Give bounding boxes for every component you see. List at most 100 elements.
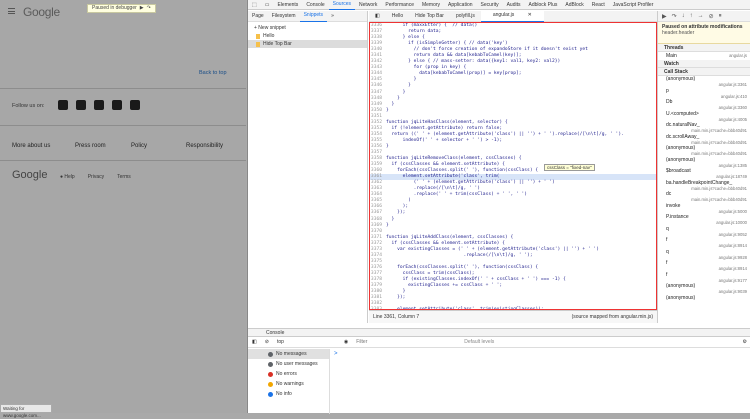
editor-tab[interactable]: Hello <box>386 11 409 22</box>
call-frame[interactable]: P.instance angular.js:10000 <box>658 214 750 226</box>
frame-location: angular.js:18749 <box>716 174 747 179</box>
call-frame[interactable]: invoke angular.js:5000 <box>658 203 750 215</box>
frame-location: angular.js:5000 <box>718 208 747 214</box>
call-frame[interactable]: dc main.min.js?cache=bbb40d91 <box>658 191 750 203</box>
tab-javascript-profiler[interactable]: JavaScript Profiler <box>609 0 658 10</box>
eye-icon[interactable]: ◉ <box>344 339 348 345</box>
console-toolbar: ◧ ⊘ top ◉ Default levels ⚙ <box>248 337 750 348</box>
call-frame[interactable]: q angular.js:9052 <box>658 226 750 238</box>
snippet-item[interactable]: Hide Top Bar <box>248 40 367 48</box>
call-frame[interactable]: (anonymous) angular.js:9039 <box>658 283 750 295</box>
tab-adblock[interactable]: AdBlock <box>561 0 587 10</box>
call-frame[interactable]: f angular.js:8914 <box>658 260 750 272</box>
call-frame[interactable]: f angular.js:9177 <box>658 272 750 284</box>
context-selector[interactable]: top <box>277 339 284 345</box>
paused-in-debugger-banner: Paused in debugger ▶ ↷ <box>87 4 156 13</box>
editor-tab[interactable]: Hide Top Bar <box>409 11 450 22</box>
pause-on-exceptions-icon[interactable]: ⏸ <box>719 13 722 20</box>
call-frame[interactable]: ba.handleBreakpointChange_ main.min.js?ca… <box>658 180 750 192</box>
tab-security[interactable]: Security <box>477 0 503 10</box>
tab-react[interactable]: React <box>588 0 609 10</box>
youtube-icon[interactable] <box>76 100 86 110</box>
code-text: indexOf(' ' + selector + ' ') > -1); <box>386 137 503 143</box>
close-icon[interactable]: ✕ <box>522 12 538 18</box>
instagram-icon[interactable] <box>58 100 68 110</box>
tab-network[interactable]: Network <box>355 0 381 10</box>
default-levels-dropdown[interactable]: Default levels <box>464 339 494 345</box>
threads-section-header[interactable]: Threads <box>658 44 750 52</box>
new-snippet-button[interactable]: + New snippet <box>248 22 367 32</box>
thread-row[interactable]: Main angular.js <box>658 52 750 60</box>
watch-section-header[interactable]: Watch <box>658 60 750 68</box>
editor-tab-active[interactable]: angular.js ✕ <box>480 10 544 22</box>
console-level-item[interactable]: No errors <box>248 369 329 379</box>
step-icon[interactable]: → <box>698 13 704 19</box>
tab-snippets[interactable]: Snippets <box>299 10 328 22</box>
tab-memory[interactable]: Memory <box>418 0 444 10</box>
call-frame[interactable]: q angular.js:9928 <box>658 249 750 261</box>
footer-link[interactable]: More about us <box>12 143 50 149</box>
step-over-icon[interactable]: ↷ <box>672 13 677 20</box>
filter-input[interactable] <box>356 338 457 346</box>
footer-link[interactable]: Responsibility <box>186 143 223 149</box>
twitter-icon[interactable] <box>94 100 104 110</box>
tab-filesystem[interactable]: Filesystem <box>268 11 300 22</box>
call-frame[interactable]: (anonymous) angular.js:1385 <box>658 157 750 169</box>
call-frame[interactable]: (anonymous) <box>658 295 750 307</box>
privacy-link[interactable]: Privacy <box>88 174 104 180</box>
console-level-item[interactable]: No user messages <box>248 359 329 369</box>
toggle-navigator-icon[interactable]: ◧ <box>369 11 386 22</box>
device-toggle-icon[interactable]: ▭ <box>261 0 274 10</box>
linkedin-icon[interactable] <box>130 100 140 110</box>
clear-console-icon[interactable]: ⊘ <box>265 339 269 345</box>
call-frame[interactable]: dc.naturalNav_ main.min.js?cache=bbb40d91 <box>658 122 750 134</box>
console-level-item[interactable]: No messages <box>248 349 329 359</box>
tab-page[interactable]: Page <box>248 11 268 22</box>
callstack-section-header[interactable]: Call Stack <box>658 68 750 76</box>
tab-adblock-plus[interactable]: Adblock Plus <box>524 0 561 10</box>
footer-link[interactable]: Press room <box>75 143 106 149</box>
back-to-top-link[interactable]: Back to top <box>199 70 227 76</box>
hamburger-menu-icon[interactable] <box>8 8 15 14</box>
snippet-item[interactable]: Hello <box>248 32 367 40</box>
call-frame[interactable]: U.<computed> angular.js:4005 <box>658 111 750 123</box>
terms-link[interactable]: Terms <box>117 174 131 180</box>
console-level-item[interactable]: No info <box>248 389 329 399</box>
call-frame[interactable]: p angular.js:410 <box>658 88 750 100</box>
help-link[interactable]: ● Help <box>60 174 75 180</box>
step-into-icon[interactable]: ↓ <box>682 13 685 19</box>
footer-link[interactable]: Policy <box>131 143 147 149</box>
tab-console[interactable]: Console <box>302 0 328 10</box>
level-label: No warnings <box>276 381 304 387</box>
source-mapped-link[interactable]: (source mapped from angular.min.js) <box>572 311 653 323</box>
sidebar-toggle-icon[interactable]: ◧ <box>252 339 257 345</box>
call-frame[interactable]: (anonymous) main.min.js?cache=bbb40d91 <box>658 145 750 157</box>
step-out-icon[interactable]: ↑ <box>690 13 693 19</box>
resume-icon[interactable]: ▶ <box>662 13 667 20</box>
tab-sources[interactable]: Sources <box>328 0 356 10</box>
more-tabs-icon[interactable]: » <box>327 11 338 22</box>
call-frame[interactable]: Db angular.js:3360 <box>658 99 750 111</box>
tab-audits[interactable]: Audits <box>503 0 525 10</box>
call-frame[interactable]: $broadcast angular.js:18749 <box>658 168 750 180</box>
step-over-icon[interactable]: ↷ <box>147 5 151 12</box>
console-drawer-tab[interactable]: Console <box>248 328 750 337</box>
settings-gear-icon[interactable]: ⚙ <box>743 339 747 345</box>
tab-elements[interactable]: Elements <box>273 0 302 10</box>
console-prompt[interactable]: > <box>334 351 338 357</box>
code-area[interactable]: 3336 if (maxxEtter) { // data() 3337 retu… <box>369 22 657 310</box>
tab-application[interactable]: Application <box>444 0 476 10</box>
call-frame[interactable]: (anonymous) angular.js:3361 <box>658 76 750 88</box>
resume-icon[interactable]: ▶ <box>140 5 144 12</box>
tab-performance[interactable]: Performance <box>381 0 418 10</box>
call-frame[interactable]: dc.scrollAway_ main.min.js?cache=bbb40d91 <box>658 134 750 146</box>
google-logo[interactable]: Google <box>23 5 60 19</box>
call-frame[interactable]: f angular.js:8914 <box>658 237 750 249</box>
editor-tab[interactable]: polyfill.js <box>450 11 481 22</box>
bottom-links: ● Help Privacy Terms <box>60 174 131 180</box>
console-level-item[interactable]: No warnings <box>248 379 329 389</box>
level-label: No errors <box>276 371 297 377</box>
facebook-icon[interactable] <box>112 100 122 110</box>
inspect-icon[interactable]: ⬚ <box>248 0 261 10</box>
deactivate-breakpoints-icon[interactable]: ⊘ <box>709 13 714 20</box>
